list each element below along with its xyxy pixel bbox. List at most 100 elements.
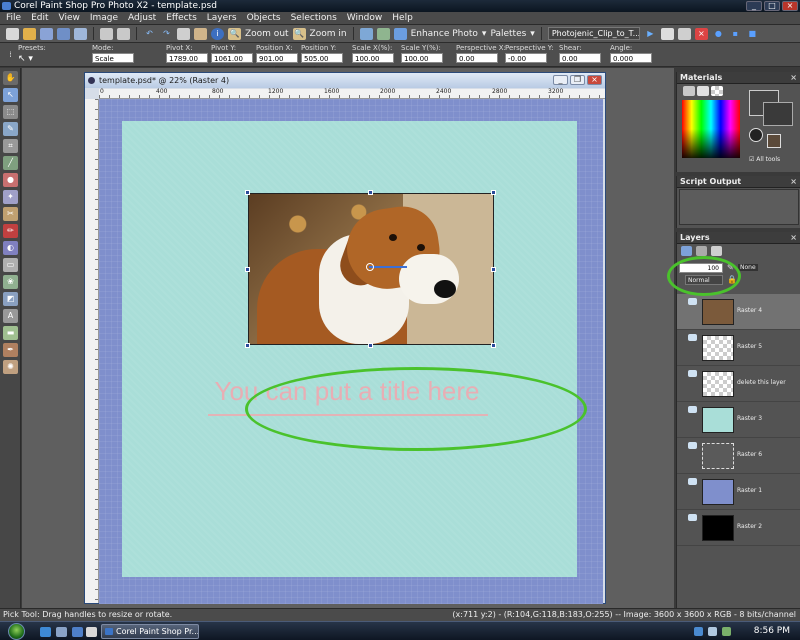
switch-windows-icon[interactable] [72,627,83,637]
red-eye-tool-icon[interactable]: ● [3,173,18,187]
script-select[interactable]: Photojenic_Clip_to_T... [547,27,640,40]
visibility-eye-icon[interactable] [688,298,697,305]
info-icon[interactable]: i [211,27,224,40]
resize-handle[interactable] [245,190,250,195]
option-scale-y[interactable]: Scale Y(%): 100.00 [401,44,443,63]
enhance-photo-icon[interactable] [393,27,407,40]
color-picker-field[interactable] [682,100,740,158]
angle-field[interactable]: 0.000 [610,53,652,63]
eraser-tool-icon[interactable]: ▭ [3,258,18,272]
option-scale-x[interactable]: Scale X(%): 100.00 [352,44,394,63]
new-file-icon[interactable] [6,27,19,40]
copy-icon[interactable] [117,27,130,40]
layer-row[interactable]: Raster 1 [677,474,800,510]
option-mode[interactable]: Mode: Scale [92,44,134,63]
warp-brush-icon[interactable]: ✺ [3,360,18,374]
pivot-x-field[interactable]: 1789.00 [166,53,208,63]
stop-script-icon[interactable]: × [694,27,708,40]
visibility-eye-icon[interactable] [688,514,697,521]
quicklaunch-icon[interactable] [86,627,97,637]
browse-icon[interactable] [40,27,53,40]
menu-selections[interactable]: Selections [291,13,337,23]
show-desktop-icon[interactable] [56,627,67,637]
save-icon[interactable] [57,27,70,40]
foreground-style-icon[interactable] [749,128,763,142]
option-perspective-x[interactable]: Perspective X: 0.00 [456,44,506,63]
presets-icon[interactable]: ↖ ▾ [18,54,46,64]
makeover-tool-icon[interactable]: ✦ [3,190,18,204]
panel-close-icon[interactable]: × [790,232,797,244]
menu-effects[interactable]: Effects [166,13,197,23]
option-perspective-y[interactable]: Perspective Y: -0.00 [505,44,553,63]
paint-brush-icon[interactable]: ✏ [3,224,18,238]
rainbow-tab-icon[interactable] [697,86,709,96]
shear-field[interactable]: 0.00 [559,53,601,63]
straighten-tool-icon[interactable]: ╱ [3,156,18,170]
layer-row[interactable]: Raster 3 [677,402,800,438]
visibility-eye-icon[interactable] [688,478,697,485]
menu-view[interactable]: View [59,13,80,23]
position-x-field[interactable]: 901.00 [256,53,298,63]
zoom-out-button[interactable]: Zoom out [245,29,289,39]
mode-select[interactable]: Scale [92,53,134,63]
taskbar-app-button[interactable]: Corel Paint Shop Pr... [101,624,199,639]
menu-window[interactable]: Window [347,13,383,23]
layer-row[interactable]: Raster 5 [677,330,800,366]
doc-close-button[interactable]: × [587,75,602,85]
document-title-bar[interactable]: template.psd* @ 22% (Raster 4) _ ❐ × [85,73,605,88]
layer-row[interactable]: Raster 6 [677,438,800,474]
undo-icon[interactable]: ↶ [143,28,156,40]
lighten-darken-icon[interactable]: ◐ [3,241,18,255]
resize-handle[interactable] [245,267,250,272]
resize-handle[interactable] [245,343,250,348]
script-output-area[interactable] [679,189,799,225]
layer-options-icon[interactable] [711,246,722,256]
network-icon[interactable] [694,627,703,636]
resize-handle[interactable] [368,190,373,195]
menu-help[interactable]: Help [392,13,413,23]
option-pivot-y[interactable]: Pivot Y: 1061.00 [211,44,253,63]
option-pivot-x[interactable]: Pivot X: 1789.00 [166,44,208,63]
start-button[interactable] [2,622,34,640]
frame-tab-icon[interactable] [683,86,695,96]
option-position-y[interactable]: Position Y: 505.00 [301,44,343,63]
pivot-point[interactable] [366,263,374,271]
position-y-field[interactable]: 505.00 [301,53,343,63]
windows-orb-icon[interactable] [8,623,25,640]
maximize-button[interactable]: □ [764,1,780,11]
visibility-eye-icon[interactable] [688,442,697,449]
zoom-in-button[interactable]: Zoom in [310,29,347,39]
rotation-handle[interactable] [369,266,407,268]
scale-x-field[interactable]: 100.00 [352,53,394,63]
adjust-icon[interactable] [376,27,390,40]
redo-icon[interactable]: ↷ [160,28,173,40]
layer-row[interactable]: Raster 2 [677,510,800,546]
record-icon[interactable]: ● [712,28,725,40]
background-style-icon[interactable] [767,134,781,148]
pivot-y-field[interactable]: 1061.00 [211,53,253,63]
resize-handle[interactable] [491,343,496,348]
volume-icon[interactable] [708,627,717,636]
pen-tool-icon[interactable]: ✒ [3,343,18,357]
script-icon[interactable] [677,27,691,40]
resize-handle[interactable] [491,190,496,195]
perspective-x-field[interactable]: 0.00 [456,53,498,63]
layer-row[interactable]: delete this layer [677,366,800,402]
ie-icon[interactable] [40,627,51,637]
swatches-tab-icon[interactable] [711,86,723,96]
option-shear[interactable]: Shear: 0.00 [559,44,601,63]
all-tools-checkbox[interactable]: ☑ All tools [749,156,780,163]
perspective-y-field[interactable]: -0.00 [505,53,547,63]
zoom-in-icon[interactable]: 🔍 [292,27,306,40]
doc-restore-button[interactable]: ❐ [570,75,585,85]
panel-close-icon[interactable]: × [790,72,797,84]
resize-handle[interactable] [491,267,496,272]
cut-icon[interactable] [100,27,113,40]
close-button[interactable]: × [782,1,798,11]
panel-close-icon[interactable]: × [790,176,797,188]
clone-brush-icon[interactable]: ✂ [3,207,18,221]
option-angle[interactable]: Angle: 0.000 [610,44,652,63]
resize-handle[interactable] [368,343,373,348]
run-script-icon[interactable]: ▶ [644,28,657,40]
app-title-bar[interactable]: Corel Paint Shop Pro Photo X2 - template… [0,0,800,12]
